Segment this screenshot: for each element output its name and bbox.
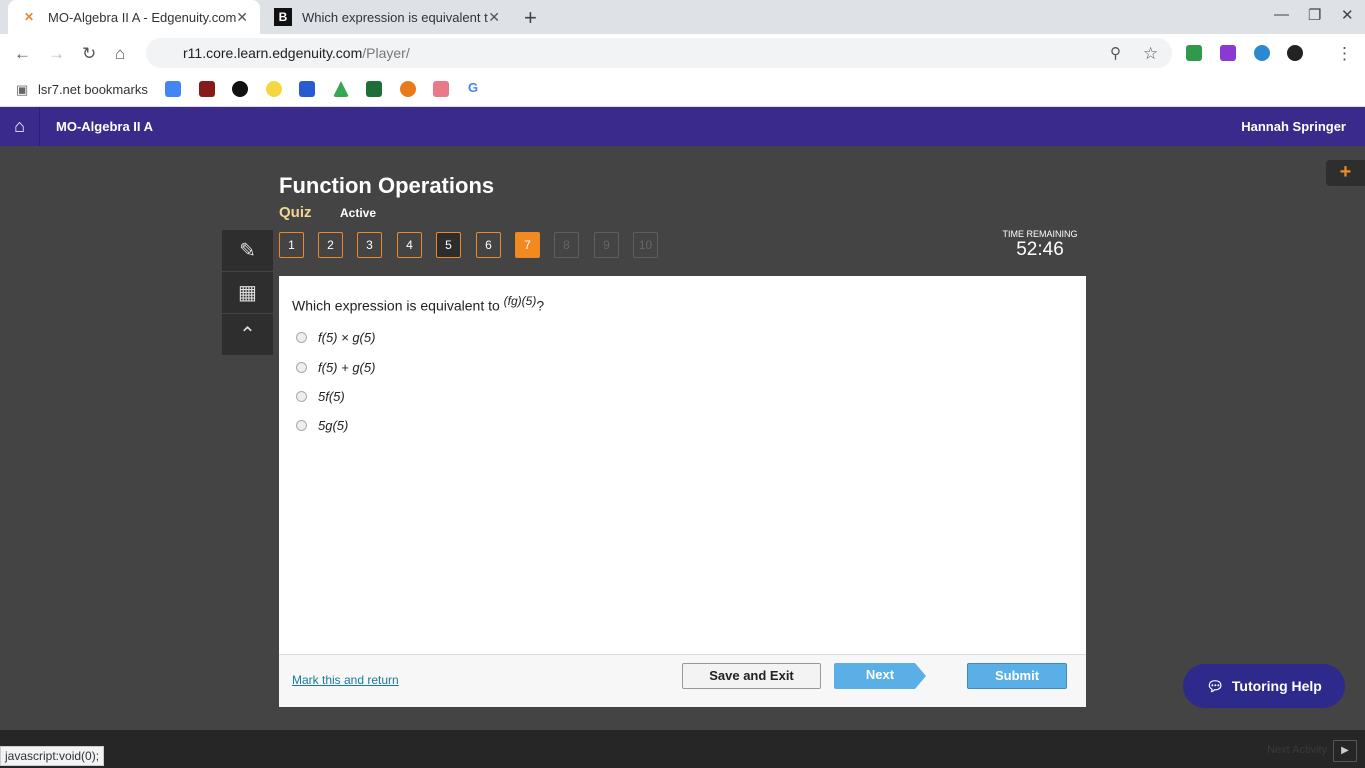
google-icon[interactable]: G — [468, 80, 478, 95]
question-9: 9 — [594, 232, 619, 258]
timer: TIME REMAINING 52:46 — [990, 229, 1090, 261]
status-url: javascript:void(0); — [0, 746, 105, 766]
question-expression: (fg)(5) — [503, 294, 537, 308]
next-activity-label: Next Activity — [1267, 744, 1327, 756]
option-label: 5g(5) — [318, 418, 349, 433]
tab-edgenuity[interactable]: ✕ MO-Algebra II A - Edgenuity.com ✕ — [8, 0, 260, 34]
minimize-icon[interactable]: — — [1274, 6, 1289, 23]
radio-button[interactable] — [296, 332, 307, 343]
bookmarks-bar: ▣ lsr7.net bookmarks G — [0, 72, 1365, 107]
pencil-icon: ✎ — [239, 240, 256, 262]
home-icon[interactable]: ⌂ — [115, 44, 125, 64]
docs-icon[interactable] — [165, 81, 181, 97]
tab-title: Which expression is equivalent to — [302, 9, 489, 25]
question-6[interactable]: 6 — [476, 232, 501, 258]
schoology-icon[interactable] — [232, 81, 248, 97]
close-window-icon[interactable]: ✕ — [1341, 6, 1354, 24]
submit-button[interactable]: Submit — [967, 663, 1067, 689]
drive-icon[interactable] — [333, 81, 349, 97]
page-title: Function Operations — [279, 173, 495, 198]
home-button[interactable]: ⌂ — [0, 107, 40, 146]
question-10: 10 — [633, 232, 658, 258]
question-panel: Which expression is equivalent to (fg)(5… — [279, 276, 1086, 707]
timer-value: 52:46 — [1016, 239, 1064, 260]
course-name: MO-Algebra II A — [56, 119, 154, 134]
timer-label: TIME REMAINING — [1002, 229, 1078, 239]
course-header: ⌂ MO-Algebra II A Hannah Springer — [0, 107, 1365, 146]
question-8: 8 — [554, 232, 579, 258]
question-5[interactable]: 5 — [436, 232, 461, 258]
forward-icon[interactable]: → — [48, 44, 65, 64]
extension-icon[interactable] — [1220, 45, 1236, 61]
address-bar: ← → ↻ ⌂ r11.core.learn.edgenuity.com/Pla… — [0, 34, 1365, 72]
mark-and-return-link[interactable]: Mark this and return — [292, 673, 399, 687]
calculator-button[interactable]: ▦ — [222, 272, 273, 313]
zoom-icon[interactable]: ⚲ — [1110, 44, 1121, 62]
url-path: /Player/ — [362, 45, 410, 61]
bulb-icon[interactable] — [266, 81, 282, 97]
radio-button[interactable] — [296, 362, 307, 373]
folder-icon: ▣ — [16, 82, 29, 97]
next-activity-button[interactable]: ▶ — [1333, 740, 1357, 762]
option-label: f(5) × g(5) — [318, 330, 376, 345]
url-host: r11.core.learn.edgenuity.com — [183, 45, 363, 61]
tutoring-label: Tutoring Help — [1231, 678, 1322, 694]
answer-option[interactable]: 5f(5) — [296, 389, 345, 404]
activity-bar: Next Activity ▶ — [0, 730, 1365, 768]
back-icon[interactable]: ← — [14, 44, 31, 64]
radio-button[interactable] — [296, 420, 307, 431]
reload-icon[interactable]: ↻ — [82, 44, 96, 64]
pumpkin-icon[interactable] — [400, 81, 416, 97]
question-4[interactable]: 4 — [397, 232, 422, 258]
question-1[interactable]: 1 — [279, 232, 304, 258]
question-2[interactable]: 2 — [318, 232, 343, 258]
user-name[interactable]: Hannah Springer — [1241, 119, 1346, 134]
save-and-exit-button[interactable]: Save and Exit — [682, 663, 821, 689]
status-badge: Active — [340, 206, 377, 220]
answer-option[interactable]: 5g(5) — [296, 418, 348, 433]
question-7[interactable]: 7 — [515, 232, 540, 258]
answer-option[interactable]: f(5) + g(5) — [296, 360, 375, 375]
close-tab-icon[interactable]: ✕ — [488, 9, 500, 26]
question-text: Which expression is equivalent to (fg)(5… — [292, 294, 544, 314]
question-prompt: Which expression is equivalent to — [292, 297, 504, 314]
extension-icon[interactable] — [1186, 45, 1202, 61]
close-tab-icon[interactable]: ✕ — [236, 9, 248, 26]
calculator-icon: ▦ — [238, 282, 257, 304]
option-label: f(5) + g(5) — [318, 360, 376, 375]
toolbar: ✎ ▦ ⌃ — [222, 230, 273, 356]
pencil-tool-button[interactable]: ✎ — [222, 230, 273, 271]
tab-title: MO-Algebra II A - Edgenuity.com — [48, 9, 237, 25]
answer-option[interactable]: f(5) × g(5) — [296, 330, 375, 345]
bookmark-icon[interactable] — [199, 81, 215, 97]
radio-button[interactable] — [296, 391, 307, 402]
extension-icon[interactable] — [1254, 45, 1270, 61]
option-label: 5f(5) — [318, 389, 345, 404]
activity-type: Quiz — [279, 204, 312, 221]
url-input[interactable]: r11.core.learn.edgenuity.com/Player/ — [146, 38, 1172, 68]
bookmark-folder[interactable]: lsr7.net bookmarks — [38, 82, 148, 97]
chat-bubble-icon: 💬︎ — [1206, 677, 1224, 694]
tab-brainly[interactable]: B Which expression is equivalent to ✕ — [262, 0, 512, 34]
bookmark-icon[interactable] — [366, 81, 382, 97]
star-icon[interactable]: ☆ — [1143, 44, 1158, 64]
caret-icon: ⌃ — [239, 324, 256, 346]
question-3[interactable]: 3 — [357, 232, 382, 258]
expand-plus-button[interactable]: + — [1326, 160, 1365, 186]
bookmark-icon[interactable] — [299, 81, 315, 97]
edgenuity-logo-icon: ✕ — [23, 10, 35, 24]
bookmark-icon[interactable] — [433, 81, 449, 97]
brainly-logo-icon: B — [274, 8, 292, 26]
tutoring-help-button[interactable]: 💬︎ Tutoring Help — [1183, 664, 1345, 708]
next-button[interactable]: Next — [834, 663, 926, 689]
question-footer: Mark this and return Save and Exit Next … — [279, 654, 1086, 707]
new-tab-button[interactable]: + — [524, 5, 537, 31]
browser-tab-bar: ✕ MO-Algebra II A - Edgenuity.com ✕ B Wh… — [0, 0, 1365, 34]
restore-icon[interactable]: ❐ — [1308, 6, 1321, 24]
question-mark: ? — [536, 297, 545, 314]
profile-avatar[interactable] — [1287, 45, 1303, 61]
formula-button[interactable]: ⌃ — [222, 314, 273, 355]
menu-icon[interactable]: ⋮ — [1336, 44, 1353, 64]
